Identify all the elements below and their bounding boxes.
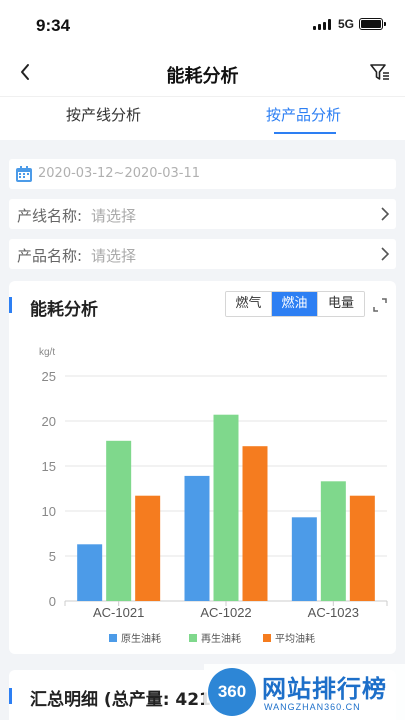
bar <box>320 481 346 601</box>
filter-icon[interactable] <box>368 60 392 84</box>
bar <box>242 446 268 601</box>
y-tick-label: 15 <box>42 459 56 474</box>
active-tab-indicator <box>274 132 336 134</box>
legend-swatch <box>263 634 271 642</box>
bar <box>77 544 103 601</box>
watermark-subtext: WANGZHAN360.CN <box>264 702 361 712</box>
chevron-right-icon <box>381 207 390 221</box>
y-axis-unit: kg/t <box>39 347 55 358</box>
product-name-placeholder: 请选择 <box>91 247 137 265</box>
chevron-right-icon <box>381 247 390 261</box>
bar <box>184 475 210 601</box>
y-tick-label: 0 <box>49 594 56 609</box>
network-label: 5G <box>338 17 355 31</box>
line-name-placeholder: 请选择 <box>91 207 137 225</box>
tab-by-product[interactable]: 按产品分析 <box>266 97 341 141</box>
tab-by-line[interactable]: 按产线分析 <box>66 97 141 141</box>
battery-icon <box>359 18 386 30</box>
nav-bar: 能耗分析 <box>0 50 405 96</box>
legend-label: 原生油耗 <box>121 632 161 645</box>
analysis-tabs: 按产线分析 按产品分析 <box>0 96 405 140</box>
legend-swatch <box>189 634 197 642</box>
y-tick-label: 5 <box>49 549 56 564</box>
x-tick-label: AC-1023 <box>308 605 359 620</box>
watermark-logo: 360 网站排行榜 WANGZHAN360.CN <box>204 664 405 720</box>
y-tick-label: 20 <box>42 414 56 429</box>
date-range-picker[interactable]: 2020-03-12~2020-03-11 <box>9 159 396 189</box>
y-tick-label: 10 <box>42 504 56 519</box>
energy-analysis-card: 能耗分析 燃气 燃油 电量 kg/t 0 5 10 15 20 25 AC-1021 AC-10… <box>9 281 396 654</box>
watermark-text: 网站排行榜 <box>262 675 387 703</box>
product-name-selector[interactable]: 产品名称: 请选择 <box>9 239 396 269</box>
bar <box>291 517 317 601</box>
x-tick-label: AC-1021 <box>93 605 144 620</box>
legend-label: 平均油耗 <box>275 632 315 645</box>
page-title: 能耗分析 <box>166 66 239 87</box>
date-range-value: 2020-03-12~2020-03-11 <box>38 166 200 181</box>
signal-icon <box>313 19 333 30</box>
bar <box>349 495 375 601</box>
bar <box>213 414 239 601</box>
watermark-badge: 360 <box>208 668 256 716</box>
legend-label: 再生油耗 <box>201 632 241 645</box>
legend-swatch <box>109 634 117 642</box>
product-name-label: 产品名称: <box>17 247 83 265</box>
title-accent-bar <box>9 688 12 704</box>
status-time: 9:34 <box>36 16 71 35</box>
y-tick-label: 25 <box>42 369 56 384</box>
bar <box>106 440 132 601</box>
summary-title: 汇总明细 (总产量: 421 <box>30 690 211 710</box>
bar-chart: kg/t 0 5 10 15 20 25 AC-1021 AC-1022 AC-1023 原生油耗 再… <box>39 347 388 645</box>
bar <box>135 495 161 601</box>
line-name-selector[interactable]: 产线名称: 请选择 <box>9 199 396 229</box>
line-name-label: 产线名称: <box>17 207 83 225</box>
status-bar: 9:34 5G <box>0 0 405 50</box>
x-tick-label: AC-1022 <box>200 605 251 620</box>
calendar-icon <box>16 166 32 182</box>
